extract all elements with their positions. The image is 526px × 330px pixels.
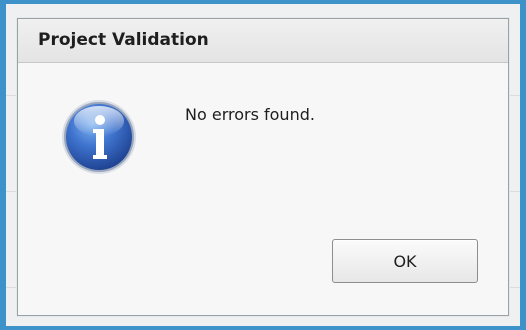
- dialog-message: No errors found.: [185, 105, 315, 124]
- validation-dialog: Project Validation No errors found. OK: [17, 18, 509, 316]
- dialog-titlebar: Project Validation: [18, 19, 508, 63]
- dialog-title: Project Validation: [38, 30, 209, 50]
- ok-button[interactable]: OK: [332, 239, 478, 283]
- info-icon: [59, 97, 139, 177]
